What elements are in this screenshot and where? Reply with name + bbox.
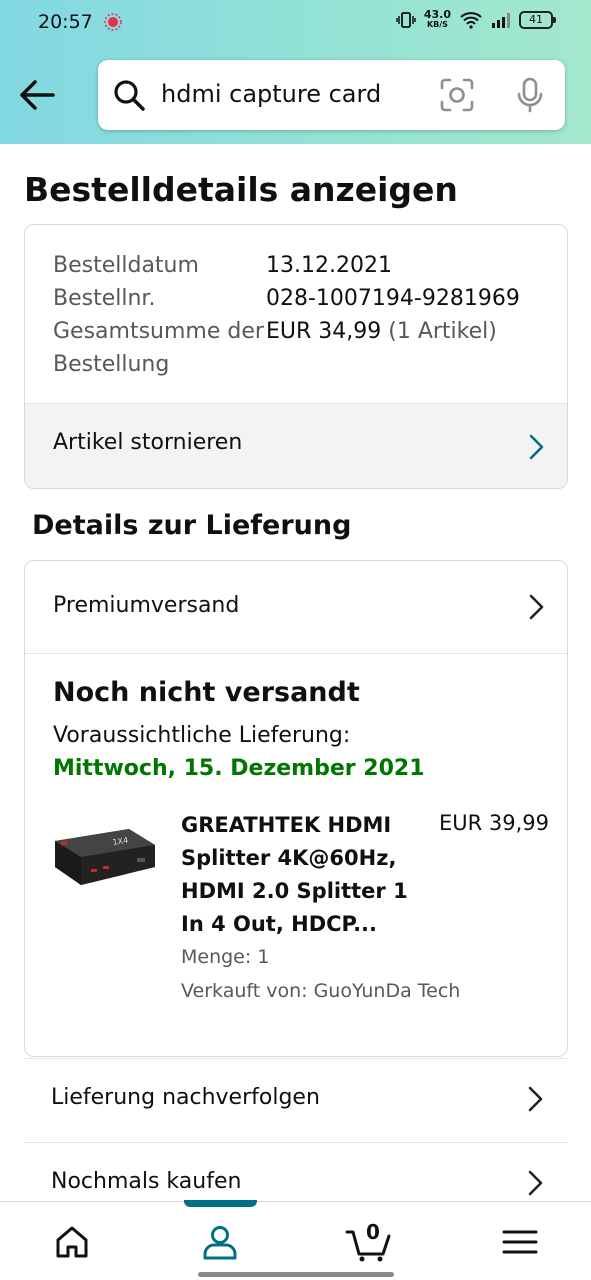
screen-record-icon bbox=[104, 13, 122, 31]
top-bar: 20:57 43.0 KB/S 41 hdmi capture card bbox=[0, 0, 591, 144]
shipping-method-label: Premiumversand bbox=[53, 593, 240, 618]
order-number-row: Bestellnr. 028-1007194-9281969 bbox=[53, 282, 520, 315]
track-delivery-button[interactable]: Lieferung nachverfolgen bbox=[24, 1058, 568, 1142]
shipment-status: Noch nicht versandt bbox=[53, 677, 360, 708]
back-arrow-icon[interactable] bbox=[18, 78, 56, 112]
chevron-right-icon bbox=[529, 594, 544, 620]
order-total-value: EUR 34,99 (1 Artikel) bbox=[266, 319, 497, 344]
status-time: 20:57 bbox=[38, 11, 93, 33]
order-total-label: Gesamtsumme der Bestellung bbox=[53, 319, 264, 377]
delivery-section-title: Details zur Lieferung bbox=[32, 510, 352, 541]
menu-icon[interactable] bbox=[500, 1222, 540, 1262]
eta-date: Mittwoch, 15. Dezember 2021 bbox=[53, 756, 425, 781]
product-title[interactable]: GREATHTEK HDMI Splitter 4K@60Hz, HDMI 2.… bbox=[181, 809, 413, 941]
battery-icon: 41 bbox=[519, 11, 556, 29]
cancel-items-label: Artikel stornieren bbox=[53, 430, 243, 455]
track-delivery-label: Lieferung nachverfolgen bbox=[51, 1085, 320, 1110]
search-input[interactable]: hdmi capture card bbox=[161, 80, 381, 108]
order-summary-card: Bestelldatum 13.12.2021 Bestellnr. 028-1… bbox=[24, 224, 568, 489]
order-number-value: 028-1007194-9281969 bbox=[266, 286, 520, 311]
microphone-icon[interactable] bbox=[511, 76, 549, 114]
order-date-value: 13.12.2021 bbox=[266, 253, 392, 278]
page-title: Bestelldetails anzeigen bbox=[24, 170, 458, 209]
cancel-items-button[interactable]: Artikel stornieren bbox=[25, 403, 567, 488]
search-bar[interactable]: hdmi capture card bbox=[98, 60, 565, 130]
account-icon[interactable] bbox=[200, 1222, 240, 1262]
order-total-row: Gesamtsumme der Bestellung EUR 34,99 (1 … bbox=[53, 315, 520, 381]
delivery-card: Premiumversand Noch nicht versandt Vorau… bbox=[24, 560, 568, 1057]
product-image[interactable]: 1X4 bbox=[51, 823, 159, 895]
order-date-row: Bestelldatum 13.12.2021 bbox=[53, 249, 520, 282]
order-item-count: (1 Artikel) bbox=[388, 319, 497, 344]
product-quantity: Menge: 1 bbox=[181, 946, 270, 968]
net-speed: 43.0 KB/S bbox=[423, 8, 451, 29]
shipping-method-row[interactable]: Premiumversand bbox=[25, 561, 567, 654]
order-number-label: Bestellnr. bbox=[53, 286, 156, 311]
status-right: 43.0 KB/S 41 bbox=[396, 8, 556, 30]
product-seller: Verkauft von: GuoYunDa Tech bbox=[181, 980, 461, 1002]
wifi-icon bbox=[460, 12, 482, 29]
gesture-bar bbox=[198, 1272, 394, 1277]
chevron-right-icon bbox=[529, 434, 544, 460]
cart-count: 0 bbox=[366, 1220, 380, 1244]
status-bar: 20:57 43.0 KB/S 41 bbox=[0, 0, 591, 46]
home-icon[interactable] bbox=[52, 1222, 92, 1262]
order-info-grid: Bestelldatum 13.12.2021 Bestellnr. 028-1… bbox=[53, 249, 520, 381]
chevron-right-icon bbox=[528, 1170, 543, 1196]
active-tab-indicator bbox=[184, 1200, 257, 1207]
camera-search-icon[interactable] bbox=[438, 76, 476, 114]
signal-icon bbox=[492, 13, 510, 28]
chevron-right-icon bbox=[528, 1086, 543, 1112]
order-date-label: Bestelldatum bbox=[53, 253, 199, 278]
search-icon bbox=[114, 80, 145, 111]
bottom-nav: 0 bbox=[0, 1200, 591, 1280]
product-price: EUR 39,99 bbox=[438, 811, 549, 835]
vibrate-icon bbox=[396, 12, 416, 28]
eta-label: Voraussichtliche Lieferung: bbox=[53, 723, 351, 748]
buy-again-label: Nochmals kaufen bbox=[51, 1169, 242, 1194]
